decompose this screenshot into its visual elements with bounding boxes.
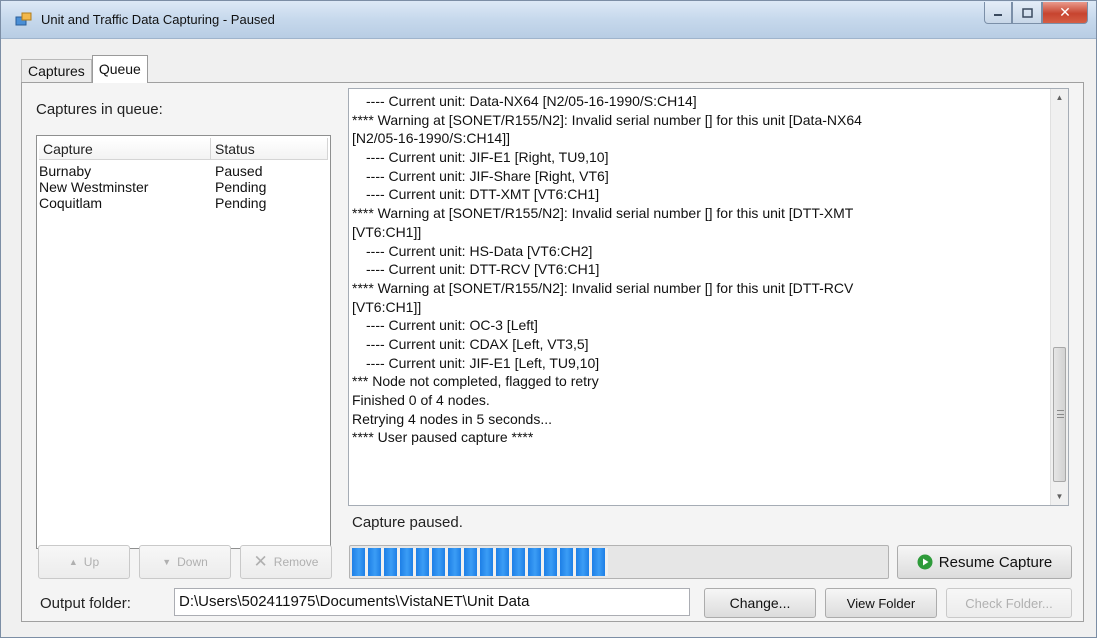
capture-name: New Westminster [39,179,149,195]
capture-log-textbox[interactable]: ---- Current unit: Data-NX64 [N2/05-16-1… [348,88,1069,506]
log-line: Retrying 4 nodes in 5 seconds... [352,410,553,427]
title-bar: Unit and Traffic Data Capturing - Paused… [1,1,1096,39]
queue-tab-panel: Captures in queue: Capture Status Burnab… [21,82,1084,622]
log-line: [VT6:CH1]] [352,298,422,315]
log-line: ---- Current unit: OC-3 [Left] [366,317,538,334]
move-down-label: Down [177,555,208,569]
scroll-down-arrow-icon[interactable]: ▼ [1051,488,1068,505]
tab-queue[interactable]: Queue [91,55,148,83]
minimize-button[interactable] [984,2,1012,24]
scroll-up-arrow-icon[interactable]: ▲ [1051,89,1068,106]
log-line: **** Warning at [SONET/R155/N2]: Invalid… [352,111,862,128]
capture-name: Coquitlam [39,195,103,211]
resume-capture-label: Resume Capture [938,553,1053,571]
log-scrollbar[interactable]: ▲ ▼ [1050,89,1068,505]
log-line: ---- Current unit: HS-Data [VT6:CH2] [366,242,593,259]
log-line: ---- Current unit: DTT-RCV [VT6:CH1] [366,261,600,278]
change-folder-button[interactable]: Change... [704,588,816,618]
log-line: **** Warning at [SONET/R155/N2]: Invalid… [352,205,854,222]
scroll-thumb[interactable] [1053,347,1066,482]
log-line: *** Node not completed, flagged to retry [352,373,599,390]
maximize-icon [1021,7,1033,18]
move-up-button[interactable]: ▲ Up [38,545,130,579]
capture-status: Pending [215,179,267,195]
column-header-capture[interactable]: Capture [39,138,211,159]
window-title: Unit and Traffic Data Capturing - Paused [41,12,275,27]
capture-status: Paused [215,163,263,179]
queue-heading: Captures in queue: [36,101,163,118]
log-line: ---- Current unit: DTT-XMT [VT6:CH1] [366,186,600,203]
capture-queue-list[interactable]: Capture Status Burnaby Paused New Westmi… [36,135,331,549]
list-item[interactable]: New Westminster Pending [39,179,330,195]
move-up-label: Up [83,555,100,569]
log-line: [N2/05-16-1990/S:CH14]] [352,130,510,147]
app-icon [15,12,32,26]
log-line: [VT6:CH1]] [352,223,422,240]
view-folder-label: View Folder [846,595,916,611]
view-folder-button[interactable]: View Folder [825,588,937,618]
remove-x-icon: ✕ [253,552,268,571]
check-folder-label: Check Folder... [965,595,1053,611]
play-icon [917,554,933,570]
log-line: **** Warning at [SONET/R155/N2]: Invalid… [352,279,854,296]
progress-fill [352,548,608,576]
log-line: ---- Current unit: JIF-E1 [Left, TU9,10] [366,354,600,371]
log-lines: ---- Current unit: Data-NX64 [N2/05-16-1… [352,92,1046,447]
close-icon: ✕ [1059,4,1071,20]
move-down-button[interactable]: ▼ Down [139,545,231,579]
capture-name: Burnaby [39,163,92,179]
list-item[interactable]: Burnaby Paused [39,163,330,179]
output-folder-input[interactable]: D:\Users\502411975\Documents\VistaNET\Un… [174,588,690,616]
log-line: Finished 0 of 4 nodes. [352,392,490,408]
tab-captures[interactable]: Captures [21,59,92,83]
arrow-up-icon: ▲ [68,557,78,567]
log-line: ---- Current unit: CDAX [Left, VT3,5] [366,335,589,352]
list-item[interactable]: Coquitlam Pending [39,195,330,211]
remove-label: Remove [273,555,319,569]
remove-button[interactable]: ✕ Remove [240,545,332,579]
log-line: ---- Current unit: JIF-E1 [Right, TU9,10… [366,149,609,166]
output-folder-label: Output folder: [40,595,131,612]
log-line: ---- Current unit: JIF-Share [Right, VT6… [366,167,609,184]
app-window: Unit and Traffic Data Capturing - Paused… [0,0,1097,638]
arrow-down-icon: ▼ [162,557,172,567]
grip-icon [1057,410,1064,418]
capture-status-text: Capture paused. [352,514,463,531]
client-area: Captures Queue Captures in queue: Captur… [9,39,1088,627]
capture-status: Pending [215,195,267,211]
minimize-icon [994,13,1002,16]
tab-strip: Captures Queue [21,53,148,83]
change-folder-label: Change... [729,595,791,611]
log-line: **** User paused capture **** [352,429,534,446]
column-header-status[interactable]: Status [211,138,328,159]
capture-progress-bar [349,545,889,579]
maximize-button[interactable] [1012,2,1042,24]
close-button[interactable]: ✕ [1042,2,1088,24]
resume-capture-button[interactable]: Resume Capture [897,545,1072,579]
check-folder-button[interactable]: Check Folder... [946,588,1072,618]
list-header: Capture Status [39,138,328,160]
log-line: ---- Current unit: Data-NX64 [N2/05-16-1… [366,93,697,109]
